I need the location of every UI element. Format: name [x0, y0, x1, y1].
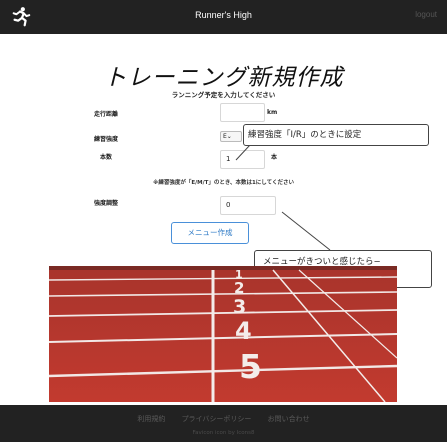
adjust-input[interactable]: 0	[220, 196, 276, 215]
footer-link-contact[interactable]: お問い合わせ	[268, 415, 310, 423]
footer: 利用規約 プライバシーポリシー お問い合わせ Favicon icon by I…	[0, 405, 447, 442]
footer-link-privacy[interactable]: プライバシーポリシー	[182, 415, 252, 423]
footer-links: 利用規約 プライバシーポリシー お問い合わせ	[0, 414, 447, 424]
intensity-select[interactable]: E⌄	[220, 131, 242, 142]
page-subtitle: ランニング予定を入力してください	[171, 91, 276, 99]
footer-link-terms[interactable]: 利用規約	[137, 415, 165, 423]
track-illustration: 1 2 3 4 5	[49, 266, 397, 402]
adjust-label: 強度調整	[94, 200, 119, 207]
intensity-label: 練習強度	[94, 136, 119, 143]
running-track-image: 1 2 3 4 5	[49, 266, 397, 402]
intensity-callout: 練習強度「I/R」のときに設定	[243, 124, 429, 146]
lane-number-4: 4	[235, 317, 252, 345]
page-title: トレーニング新規作成	[103, 65, 344, 91]
lane-number-3: 3	[233, 296, 246, 318]
lane-number-5: 5	[239, 347, 262, 386]
distance-input[interactable]	[220, 103, 265, 122]
chevron-down-icon: ⌄	[226, 133, 232, 140]
footer-credit[interactable]: Favicon icon by Icons8	[0, 430, 447, 436]
lane-number-2: 2	[234, 279, 244, 297]
distance-unit: km	[267, 109, 278, 116]
top-navbar: Runner's High logout	[0, 0, 447, 34]
intensity-note: ※練習強度が「E/M/T」のとき、本数は1にしてください	[153, 180, 294, 186]
logout-link[interactable]: logout	[415, 10, 437, 19]
distance-label: 走行距離	[94, 111, 119, 118]
count-input[interactable]: 1	[220, 150, 265, 169]
brand-title[interactable]: Runner's High	[0, 10, 447, 20]
count-unit: 本	[271, 154, 278, 161]
create-menu-button[interactable]: メニュー作成	[171, 222, 249, 244]
count-label: 本数	[100, 154, 113, 161]
